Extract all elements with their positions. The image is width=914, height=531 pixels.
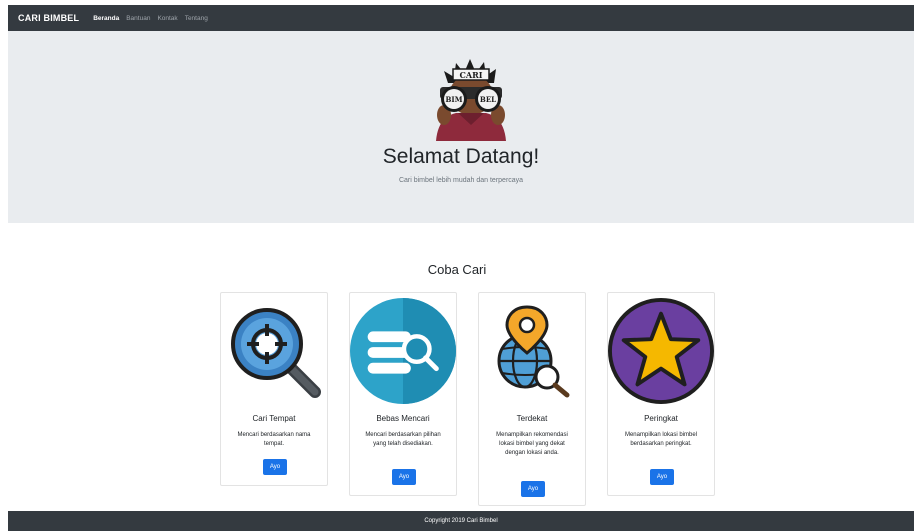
card-text: Mencari berdasarkan nama tempat.: [237, 432, 311, 447]
magnifier-target-icon: [231, 308, 321, 398]
nav-link-bantuan[interactable]: Bantuan: [126, 15, 150, 22]
footer-copyright: Copyright 2019 Cari Bimbel: [424, 518, 498, 524]
section-title: Coba Cari: [427, 262, 487, 277]
globe-pin-icon: [497, 305, 570, 398]
ayo-button[interactable]: Ayo: [263, 459, 287, 475]
card-bebas-mencari: Bebas Mencari Mencari berdasarkan piliha…: [349, 292, 457, 496]
logo-text-top: CARI: [460, 70, 483, 80]
ayo-button[interactable]: Ayo: [521, 481, 545, 497]
star-icon: [608, 298, 714, 404]
card-terdekat: Terdekat Menampilkan rekomendasi lokasi …: [478, 292, 586, 506]
nav-link-kontak[interactable]: Kontak: [157, 15, 177, 22]
hero-jumbotron: CARI BIM BEL Selamat Datang! Cari bimbel…: [8, 31, 914, 223]
card-title: Terdekat: [516, 414, 548, 423]
cari-bimbel-logo: CARI BIM BEL: [436, 59, 506, 141]
card-title: Peringkat: [644, 414, 678, 423]
card-text: Menampilkan rekomendasi lokasi bimbel ya…: [496, 432, 568, 456]
card-cari-tempat: Cari Tempat Mencari berdasarkan nama tem…: [220, 292, 328, 486]
navbar-brand[interactable]: CARI BIMBEL: [18, 13, 79, 23]
card-peringkat: Peringkat Menampilkan lokasi bimbel berd…: [607, 292, 715, 496]
nav-link-beranda[interactable]: Beranda: [93, 15, 119, 22]
nav-link-tentang[interactable]: Tentang: [185, 15, 208, 22]
navbar: CARI BIMBEL Beranda Bantuan Kontak Tenta…: [8, 5, 914, 31]
footer: Copyright 2019 Cari Bimbel: [8, 511, 914, 531]
logo-text-left: BIM: [446, 95, 463, 104]
logo-text-right: BEL: [480, 95, 496, 104]
card-title: Cari Tempat: [252, 414, 296, 423]
hero-subtitle: Cari bimbel lebih mudah dan terpercaya: [398, 177, 524, 184]
page: CARI BIMBEL Beranda Bantuan Kontak Tenta…: [0, 0, 914, 531]
card-text: Mencari berdasarkan pilihan yang telah d…: [365, 432, 441, 447]
card-title: Bebas Mencari: [376, 414, 430, 423]
list-search-icon: [350, 298, 456, 404]
hero-title: Selamat Datang!: [382, 145, 540, 168]
ayo-button[interactable]: Ayo: [650, 469, 674, 485]
ayo-button[interactable]: Ayo: [392, 469, 416, 485]
card-text: Menampilkan lokasi bimbel berdasarkan pe…: [624, 432, 698, 447]
